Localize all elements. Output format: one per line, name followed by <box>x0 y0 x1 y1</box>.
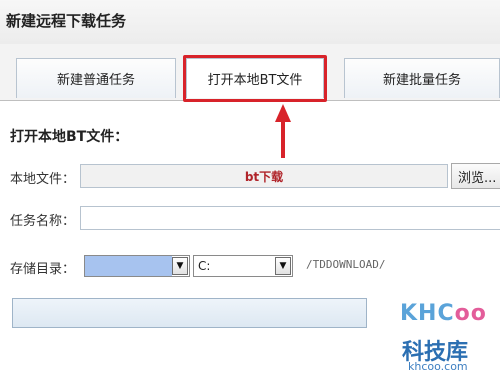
tab-new-normal-task[interactable]: 新建普通任务 <box>16 58 176 98</box>
section-heading: 打开本地BT文件： <box>10 129 129 145</box>
browse-button[interactable]: 浏览... <box>451 163 500 189</box>
drive-select[interactable]: C: ▼ <box>193 255 293 277</box>
watermark-url: khcoo.com <box>408 360 468 373</box>
storage-dir-label: 存储目录： <box>10 262 76 277</box>
chevron-down-icon[interactable]: ▼ <box>172 257 188 275</box>
highlight-box <box>183 55 327 102</box>
device-select[interactable]: ▼ <box>84 255 190 277</box>
window-title: 新建远程下载任务 <box>6 12 127 30</box>
tab-new-batch-task[interactable]: 新建批量任务 <box>344 58 500 98</box>
watermark-logo-suffix: oo <box>454 300 487 326</box>
local-file-field[interactable]: bt下载 <box>80 164 448 188</box>
download-path: /TDDOWNLOAD/ <box>306 258 386 271</box>
local-file-label: 本地文件： <box>10 172 76 187</box>
task-name-input[interactable] <box>80 206 500 230</box>
arrow-shaft <box>281 120 285 158</box>
watermark-logo: KHC oo <box>400 296 496 330</box>
drive-select-value: C: <box>198 259 211 273</box>
local-file-value: bt下载 <box>244 169 284 184</box>
watermark-logo-prefix: KHC <box>400 300 455 326</box>
window-title-bar: 新建远程下载任务 <box>0 0 500 45</box>
chevron-down-icon[interactable]: ▼ <box>275 257 291 275</box>
task-name-label: 任务名称： <box>10 214 76 229</box>
device-select-value <box>85 256 172 276</box>
progress-bar <box>12 298 367 328</box>
